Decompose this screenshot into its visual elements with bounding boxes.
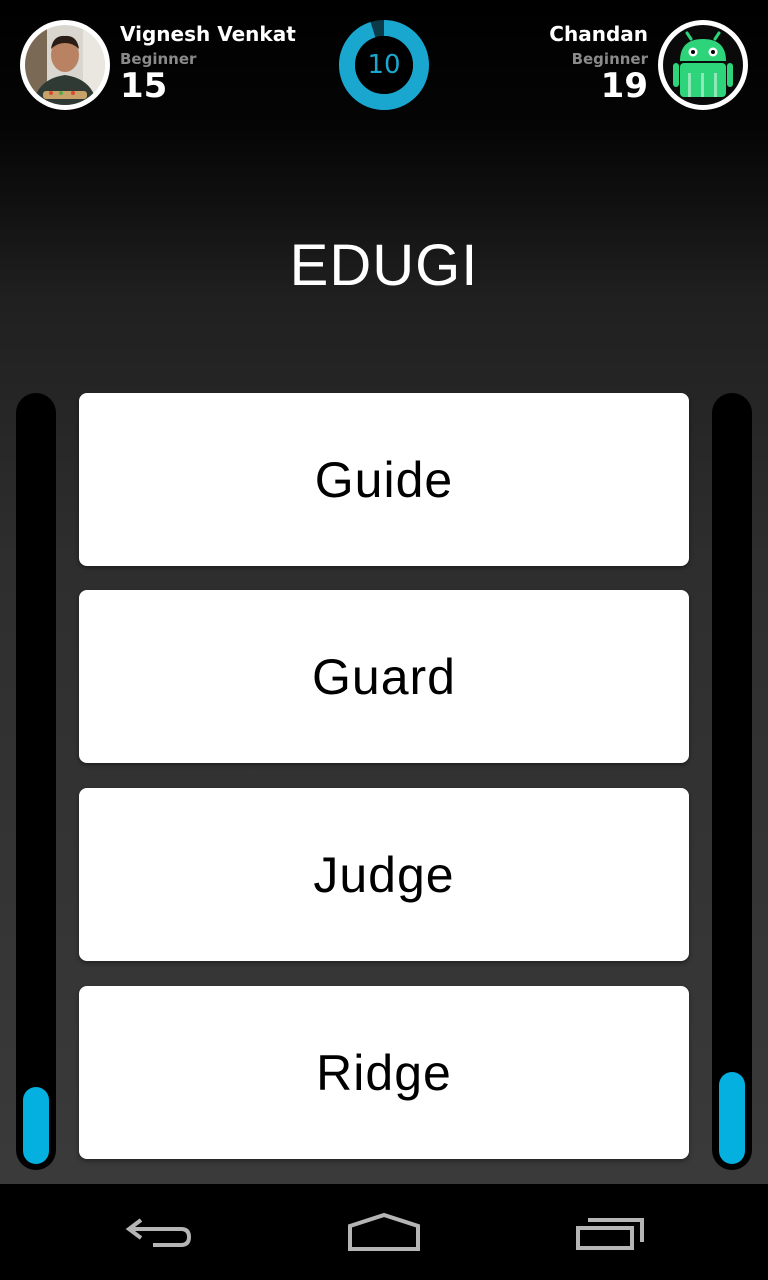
answer-option-3[interactable]: Judge <box>79 788 689 961</box>
answer-option-1[interactable]: Guide <box>79 393 689 566</box>
player-left-name: Vignesh Venkat <box>120 22 296 46</box>
player-right-avatar <box>658 20 748 110</box>
player-right-progress-fill <box>719 1072 745 1164</box>
user-photo <box>25 25 105 105</box>
recents-icon <box>576 1218 644 1250</box>
countdown-timer: 10 <box>339 20 429 110</box>
player-right-progress-bar <box>712 393 752 1170</box>
player-left-progress-bar <box>16 393 56 1170</box>
player-left-avatar <box>20 20 110 110</box>
home-button[interactable] <box>329 1204 439 1260</box>
answer-option-4[interactable]: Ridge <box>79 986 689 1159</box>
back-button[interactable] <box>105 1204 215 1260</box>
match-header: Vignesh Venkat Beginner 15 10 Chandan Be… <box>0 0 768 130</box>
player-right-name: Chandan <box>549 22 648 46</box>
timer-value: 10 <box>367 50 401 80</box>
back-icon <box>125 1218 192 1247</box>
home-icon <box>348 1212 420 1251</box>
system-navigation-bar <box>0 1184 768 1280</box>
player-left-score: 15 <box>120 66 168 106</box>
player-right-score: 19 <box>600 66 648 106</box>
android-robot-icon <box>663 25 743 105</box>
recents-button[interactable] <box>555 1204 665 1260</box>
player-left-progress-fill <box>23 1087 49 1164</box>
app-title: EDUGI <box>289 233 479 298</box>
answer-option-2[interactable]: Guard <box>79 590 689 763</box>
